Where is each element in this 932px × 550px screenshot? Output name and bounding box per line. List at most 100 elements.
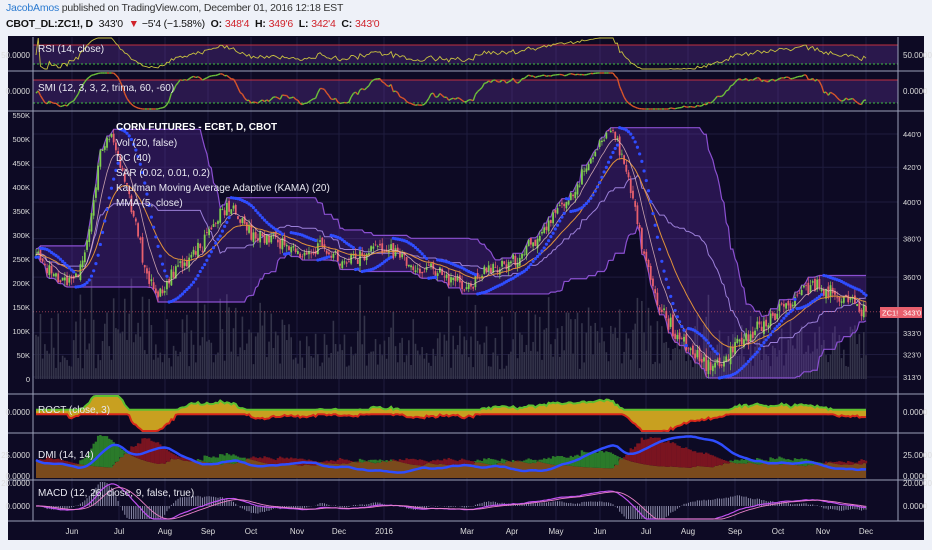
legend-mma[interactable]: MMA (5, close): [116, 198, 183, 209]
candle-body: [556, 208, 559, 214]
dmi-di-bar: [276, 458, 280, 465]
x-tick-label: Dec: [332, 527, 346, 536]
volume-bar: [52, 347, 55, 379]
x-tick-label: Nov: [290, 527, 304, 536]
volume-bar: [190, 330, 193, 379]
sar-dot: [606, 160, 611, 164]
sar-dot: [766, 335, 770, 339]
candle-body: [186, 260, 188, 267]
smi-line-segment: [195, 76, 199, 79]
volume-bar: [263, 311, 266, 379]
smi-line-segment: [748, 78, 751, 82]
sar-dot: [180, 292, 185, 296]
smi-line-segment: [708, 101, 711, 104]
candle-body: [485, 267, 488, 273]
volume-bar: [379, 344, 381, 379]
candle-body: [316, 243, 319, 255]
volume-bar: [656, 321, 659, 379]
smi-line-segment: [568, 72, 572, 75]
volume-bar: [61, 355, 64, 379]
dmi-di-bar: [687, 449, 690, 468]
volume-bar: [641, 300, 643, 379]
dmi-di-bar: [467, 460, 470, 464]
volume-bar: [212, 362, 215, 379]
volume-bar: [625, 333, 628, 379]
legend-vol[interactable]: Vol (20, false): [116, 138, 177, 149]
volume-bar: [88, 343, 91, 379]
dmi-di-bar: [853, 462, 857, 464]
dmi-di-bar: [283, 458, 286, 464]
macd-label[interactable]: MACD (12, 26, close, 9, false, true): [38, 488, 194, 499]
smi-tick-right: 0.0000: [903, 87, 928, 96]
volume-tick-label: 500K: [12, 135, 30, 144]
volume-bar: [55, 367, 57, 379]
x-tick-label: Jun: [594, 527, 607, 536]
volume-bar: [461, 354, 463, 379]
candle-body: [703, 357, 705, 362]
dmi-di-bar: [65, 461, 69, 464]
legend-sar[interactable]: SAR (0.02, 0.01, 0.2): [116, 168, 210, 179]
volume-bar: [41, 358, 44, 379]
smi-line-segment: [197, 76, 201, 79]
dmi-label[interactable]: DMI (14, 14): [38, 450, 94, 461]
dmi-di-bar: [840, 461, 843, 465]
candle-body: [261, 233, 264, 236]
volume-bar: [581, 323, 583, 379]
price-tick-label: 360'0: [903, 273, 921, 282]
volume-bar: [636, 297, 639, 379]
dmi-di-bar: [385, 460, 388, 463]
candle-body: [592, 157, 594, 160]
dmi-di-bar: [855, 462, 859, 464]
sar-dot: [158, 254, 162, 258]
dmi-di-bar: [250, 457, 253, 460]
volume-bar: [565, 312, 568, 379]
dmi-di-bar: [660, 440, 664, 467]
volume-bar: [257, 332, 259, 379]
volume-bar: [239, 347, 241, 379]
candle-body: [683, 336, 685, 342]
candle-body: [194, 251, 197, 255]
dmi-di-bar: [434, 460, 437, 465]
candle-body: [276, 239, 279, 243]
volume-bar: [148, 298, 150, 379]
volume-bar: [279, 363, 281, 379]
sar-dot: [793, 297, 797, 301]
dmi-di-bar: [833, 461, 837, 464]
sar-dot: [103, 219, 107, 223]
dmi-di-bar: [831, 462, 834, 464]
sar-dot: [314, 238, 318, 243]
volume-bar: [301, 357, 304, 379]
legend-dc[interactable]: DC (40): [116, 153, 151, 164]
legend-kama[interactable]: Kaufman Moving Average Adaptive (KAMA) (…: [116, 183, 330, 194]
candle-body: [667, 318, 670, 330]
volume-bar: [152, 359, 155, 379]
dmi-di-bar: [478, 460, 482, 463]
dmi-di-bar: [682, 448, 686, 468]
dmi-di-bar: [116, 446, 120, 462]
roct-label[interactable]: ROCT (close, 3): [38, 405, 110, 416]
dmi-di-bar: [400, 459, 404, 463]
candle-body: [629, 179, 632, 194]
dmi-di-bar: [207, 456, 211, 463]
trading-chart[interactable]: Jun Jul Aug Sep Oct Nov Dec 2016 Mar Apr May Jun Jul…: [0, 0, 932, 550]
dmi-di-bar: [722, 459, 726, 464]
candle-body: [356, 259, 359, 264]
volume-bar: [317, 354, 319, 379]
candle-body: [319, 240, 321, 242]
candle-body: [172, 271, 175, 278]
volume-bar: [361, 344, 364, 379]
sar-dot: [152, 225, 156, 229]
sar-dot: [36, 255, 40, 259]
candle-body: [862, 304, 865, 318]
smi-line-segment: [399, 96, 403, 99]
candle-body: [252, 232, 255, 243]
smi-label[interactable]: SMI (12, 3, 3, 2, trima, 60, -60): [38, 83, 174, 94]
candle-body: [609, 130, 612, 133]
rsi-label[interactable]: RSI (14, close): [38, 44, 104, 55]
volume-bar: [119, 333, 122, 379]
x-tick-label: Apr: [506, 527, 519, 536]
volume-bar: [321, 362, 324, 379]
volume-bar: [678, 349, 681, 379]
smi-line-segment: [543, 74, 547, 77]
volume-bar: [341, 350, 344, 379]
